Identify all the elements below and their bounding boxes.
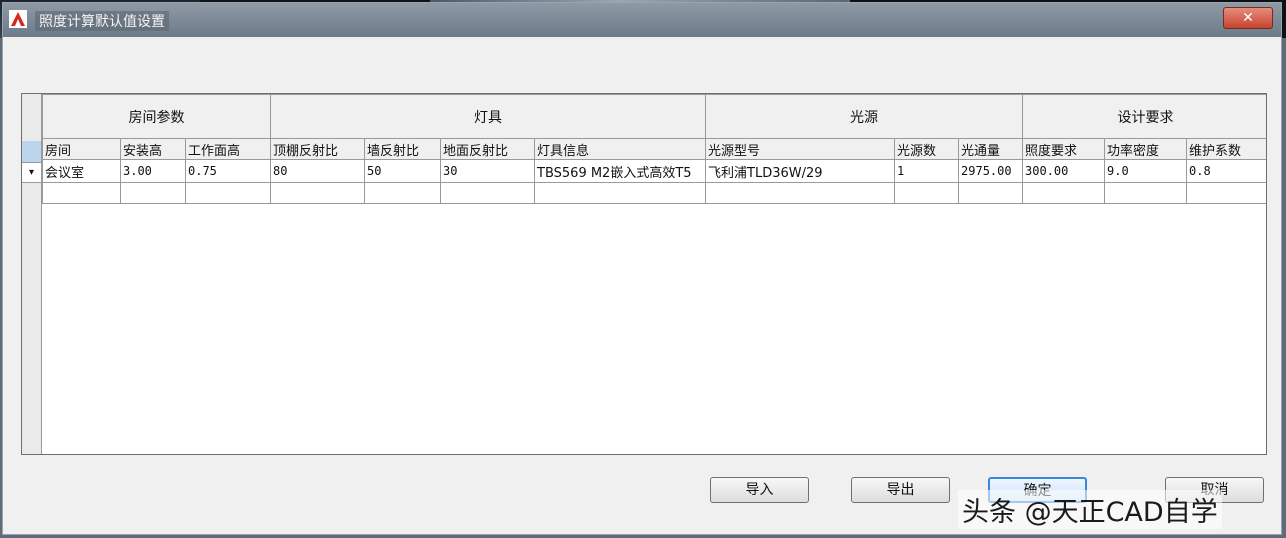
cell-illuminance-req[interactable]: 300.00	[1022, 159, 1106, 183]
app-logo-icon	[9, 10, 27, 28]
cell-work-plane-height[interactable]: 0.75	[184, 159, 272, 183]
col-header-luminous-flux[interactable]: 光通量	[958, 138, 1024, 160]
col-header-power-density[interactable]: 功率密度	[1104, 138, 1188, 160]
group-header-luminaire: 灯具	[270, 94, 707, 139]
empty-cell[interactable]	[705, 182, 896, 204]
empty-cell[interactable]	[534, 182, 707, 204]
cell-wall-reflectance[interactable]: 50	[364, 159, 442, 183]
col-header-floor-reflectance[interactable]: 地面反射比	[440, 138, 536, 160]
col-header-wall-reflectance[interactable]: 墙反射比	[364, 138, 442, 160]
window-title: 照度计算默认值设置	[35, 11, 169, 31]
cell-luminous-flux[interactable]: 2975.00	[958, 159, 1024, 183]
group-header-design: 设计要求	[1022, 94, 1266, 139]
empty-cell[interactable]	[1104, 182, 1188, 204]
empty-cell[interactable]	[1186, 182, 1266, 204]
cell-room[interactable]: 会议室	[42, 159, 121, 183]
col-header-ceiling-reflectance[interactable]: 顶棚反射比	[270, 138, 366, 160]
col-header-maintenance-factor[interactable]: 维护系数	[1186, 138, 1266, 160]
table-row[interactable]: 会议室 3.00 0.75 80 50 30 TBS569 M2嵌入式高效T5 …	[42, 159, 1266, 183]
cell-source-count[interactable]: 1	[894, 159, 960, 183]
empty-cell[interactable]	[364, 182, 442, 204]
cell-mount-height[interactable]: 3.00	[120, 159, 186, 183]
group-header-room: 房间参数	[41, 94, 272, 139]
col-header-source-count[interactable]: 光源数	[894, 138, 960, 160]
col-header-room[interactable]: 房间	[42, 138, 121, 160]
new-row-marker[interactable]: ▾	[22, 163, 41, 183]
col-header-work-plane-height[interactable]: 工作面高	[184, 138, 272, 160]
group-header-light-source: 光源	[705, 94, 1024, 139]
col-header-illuminance-req[interactable]: 照度要求	[1022, 138, 1106, 160]
col-header-source-model[interactable]: 光源型号	[705, 138, 896, 160]
cell-power-density[interactable]: 9.0	[1104, 159, 1188, 183]
cell-ceiling-reflectance[interactable]: 80	[270, 159, 366, 183]
cell-floor-reflectance[interactable]: 30	[440, 159, 536, 183]
watermark-text: 头条 @天正CAD自学	[958, 490, 1222, 529]
row-selector[interactable]	[22, 141, 41, 163]
empty-cell[interactable]	[1022, 182, 1106, 204]
empty-cell[interactable]	[270, 182, 366, 204]
title-bar[interactable]: 照度计算默认值设置 ✕	[3, 3, 1281, 37]
empty-cell[interactable]	[440, 182, 536, 204]
empty-cell[interactable]	[184, 182, 272, 204]
new-row[interactable]	[42, 182, 1266, 204]
export-button[interactable]: 导出	[851, 477, 950, 503]
cell-luminaire-info[interactable]: TBS569 M2嵌入式高效T5	[534, 159, 707, 183]
settings-grid[interactable]: ▾ 房间参数 灯具 光源 设计要求 房间 安装高 工作面高 顶棚反射比 墙反射比…	[21, 93, 1267, 455]
cell-source-model[interactable]: 飞利浦TLD36W/29	[705, 159, 896, 183]
col-header-luminaire-info[interactable]: 灯具信息	[534, 138, 707, 160]
import-button[interactable]: 导入	[710, 477, 809, 503]
empty-cell[interactable]	[42, 182, 121, 204]
col-header-mount-height[interactable]: 安装高	[120, 138, 186, 160]
cell-maintenance-factor[interactable]: 0.8	[1186, 159, 1266, 183]
empty-cell[interactable]	[958, 182, 1024, 204]
close-button[interactable]: ✕	[1223, 7, 1273, 29]
grid-table: 房间参数 灯具 光源 设计要求 房间 安装高 工作面高 顶棚反射比 墙反射比 地…	[41, 94, 1266, 204]
empty-cell[interactable]	[894, 182, 960, 204]
empty-cell[interactable]	[120, 182, 186, 204]
illuminance-defaults-dialog: 照度计算默认值设置 ✕ ▾ 房间参数 灯具 光源 设计要求 房间 安装高 工作面…	[2, 2, 1282, 535]
